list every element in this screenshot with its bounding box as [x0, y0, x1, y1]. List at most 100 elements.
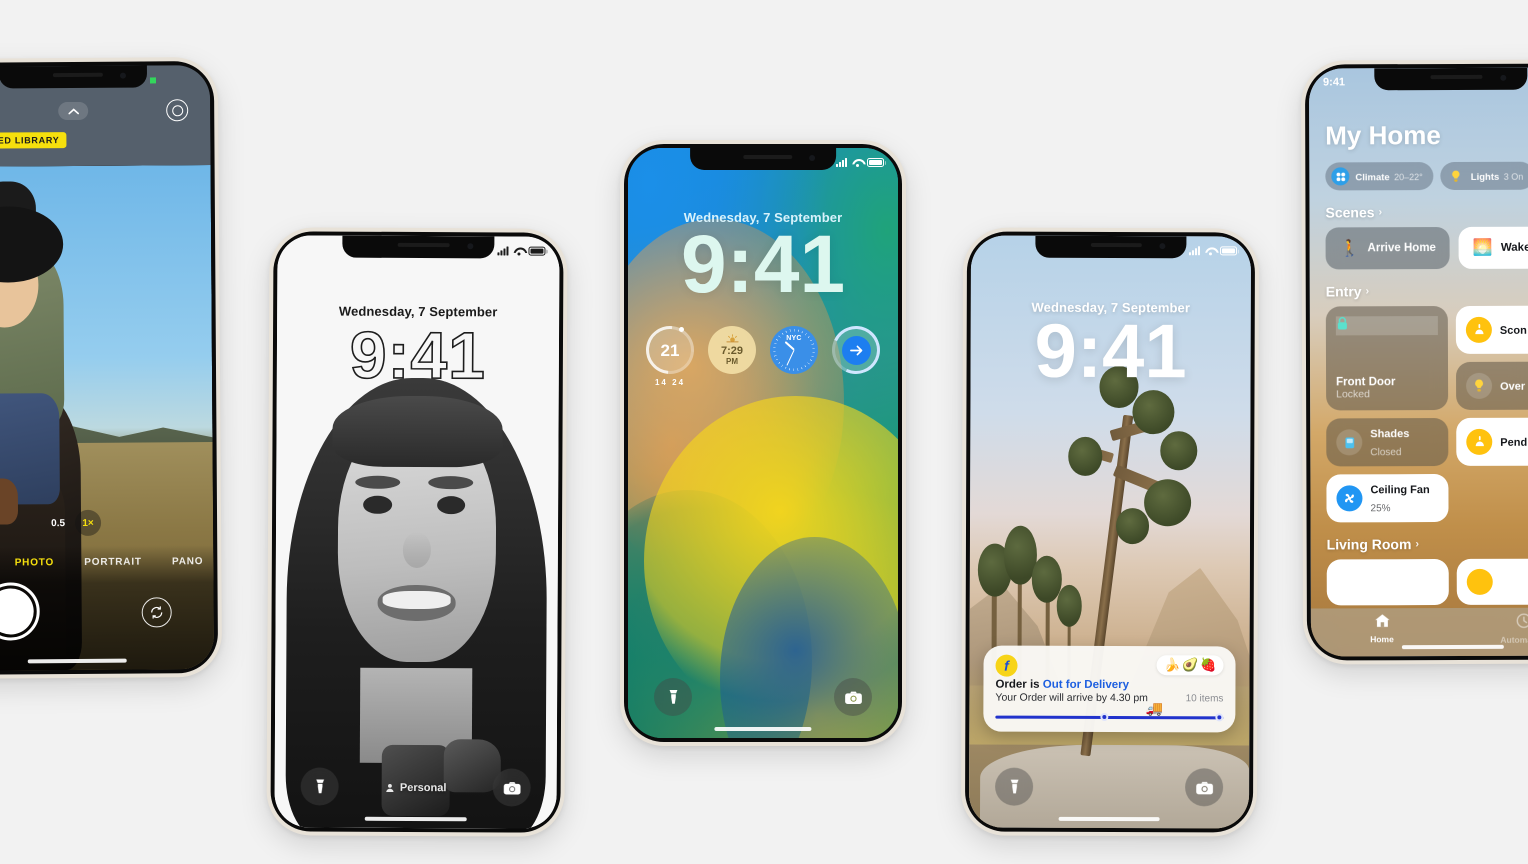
order-status-line: Order is Out for Delivery: [995, 679, 1148, 692]
status-chip-climate[interactable]: Climate 20–22°: [1325, 162, 1434, 191]
home-app-screen: 9:41 My Home Climate 20–22° Lights 3 On …: [1308, 67, 1528, 657]
tab-home[interactable]: Home: [1311, 613, 1453, 644]
camera-icon[interactable]: [1185, 768, 1224, 807]
scene-arrive-home[interactable]: 🚶 Arrive Home: [1325, 227, 1450, 270]
fan-icon: [1336, 485, 1363, 512]
living-room-tile-partial-2[interactable]: [1456, 558, 1528, 605]
order-status-prefix: Order is: [995, 678, 1043, 691]
gradient-lockscreen: Wednesday, 7 September 9:41 21 14 24 7:2…: [628, 148, 898, 738]
accessory-text: Over Off: [1500, 377, 1528, 395]
sunrise-icon: 🌅: [1472, 239, 1493, 257]
climate-fan-icon: [1331, 167, 1350, 186]
device-bw-lockscreen-phone: Wednesday, 7 September 9:41 Personal: [266, 227, 568, 837]
widget-weather-temperature[interactable]: 21 14 24: [636, 316, 704, 387]
person-icon: [386, 783, 394, 793]
accessory-status: Locked: [1336, 388, 1370, 401]
joshua-tree-tuft-4: [1068, 437, 1102, 476]
tab-automation[interactable]: Automation: [1453, 613, 1528, 645]
accessory-ceiling-fan[interactable]: Ceiling Fan 25%: [1326, 474, 1449, 523]
signal-bars-icon: [497, 245, 509, 255]
focus-status[interactable]: Personal: [385, 782, 446, 794]
signal-bars-icon: [1188, 245, 1200, 255]
widget-activity-arrow[interactable]: [825, 319, 887, 381]
zoom-option-0-5x[interactable]: 0.5: [51, 518, 65, 529]
living-room-accessory-grid: [1326, 558, 1528, 606]
flashlight-icon[interactable]: [995, 767, 1034, 806]
temperature-ring: [636, 316, 704, 384]
accessory-sconce[interactable]: Scon 100%: [1455, 305, 1528, 354]
zoom-option-1x[interactable]: 1×: [74, 509, 102, 537]
status-icons: [1188, 245, 1237, 255]
accessory-overhead[interactable]: Over Off: [1456, 361, 1528, 410]
flip-camera-icon[interactable]: [141, 597, 172, 628]
front-camera: [1500, 74, 1507, 81]
activity-ring: [825, 319, 887, 381]
home-indicator[interactable]: [364, 816, 467, 822]
lock-widget-row: 21 14 24 7:29 PM NYC: [628, 316, 898, 387]
scene-wake[interactable]: 🌅 Wake: [1458, 226, 1528, 269]
home-indicator[interactable]: [1401, 644, 1505, 650]
temperature-low: 14: [654, 378, 668, 387]
living-room-tile-partial-1[interactable]: [1326, 559, 1449, 606]
order-items-preview: 🍌 🥑 🍓: [1156, 655, 1224, 676]
accessory-name: Scon: [1499, 324, 1527, 337]
sunset-time: 7:29: [720, 344, 744, 357]
fringe: [332, 395, 503, 468]
chevron-up-icon[interactable]: [58, 101, 89, 121]
section-title: Scenes: [1325, 204, 1375, 221]
accessory-pendant[interactable]: Pend 25%: [1456, 417, 1528, 466]
section-header-entry[interactable]: Entry ›: [1326, 283, 1528, 299]
sconce-icon: [1465, 316, 1492, 343]
camera-icon[interactable]: [834, 678, 872, 716]
camera-mode-portrait[interactable]: PORTRAIT: [84, 557, 142, 568]
lock-time: 9:41: [349, 317, 487, 393]
automation-clock-icon: [1453, 613, 1528, 634]
camera-icon[interactable]: [492, 768, 531, 807]
pendant-icon: [1466, 428, 1493, 455]
home-indicator[interactable]: [1058, 816, 1160, 822]
home-indicator[interactable]: [27, 658, 127, 664]
accessory-name: Pend: [1500, 436, 1528, 449]
nose: [402, 531, 432, 568]
order-eta: Your Order will arrive by 4.30 pm: [995, 691, 1148, 705]
notch: [342, 235, 495, 259]
brand-logo-icon: f: [995, 654, 1018, 677]
entry-accessory-grid: Front Door Locked Scon 100%: [1325, 305, 1528, 523]
temperature-marker: [679, 327, 684, 332]
live-photo-icon[interactable]: [166, 99, 189, 122]
accessory-name: Front Door: [1336, 376, 1396, 389]
flashlight-icon[interactable]: [654, 678, 692, 716]
accessory-text: Scon 100%: [1500, 321, 1528, 339]
bg-tree-tuft-4: [1056, 585, 1082, 627]
live-activity-card[interactable]: f 🍌 🥑 🍓 Order is Out for Delivery Your O…: [983, 645, 1236, 733]
tab-bar: Home Automation: [1310, 607, 1528, 657]
accessory-name: Over: [1500, 380, 1526, 393]
camera-mode-pano[interactable]: PANO: [172, 556, 203, 567]
lock-time: 9:41: [1034, 308, 1187, 395]
widget-world-clock[interactable]: NYC: [770, 326, 818, 374]
status-chip-lights[interactable]: Lights 3 On: [1440, 161, 1528, 191]
lock-time: 9:41: [680, 219, 846, 310]
flashlight-icon[interactable]: [300, 767, 339, 806]
notch: [0, 65, 148, 89]
teeth: [382, 591, 451, 610]
recording-indicator-dot: [149, 77, 157, 84]
accessory-front-door[interactable]: Front Door Locked: [1325, 306, 1449, 411]
section-header-scenes[interactable]: Scenes ›: [1325, 204, 1528, 221]
front-camera: [120, 72, 127, 79]
tab-label: Home: [1370, 633, 1394, 644]
home-indicator[interactable]: [714, 727, 812, 731]
joshua-tree-tuft-5: [1160, 431, 1198, 471]
section-header-living-room[interactable]: Living Room ›: [1327, 536, 1528, 552]
chip-text: Climate 20–22°: [1355, 167, 1422, 185]
widget-sunset[interactable]: 7:29 PM: [708, 326, 756, 374]
chevron-right-icon: ›: [1365, 285, 1370, 298]
shared-library-badge[interactable]: SHARED LIBRARY: [0, 132, 67, 149]
sunset-meridiem: PM: [726, 357, 738, 367]
home-app-content[interactable]: My Home Climate 20–22° Lights 3 On Scene…: [1309, 68, 1528, 657]
accessory-shades[interactable]: Shades Closed: [1326, 418, 1449, 467]
joshua-tree-tuft-1: [1143, 478, 1192, 527]
camera-mode-photo[interactable]: PHOTO: [15, 557, 54, 568]
scenes-row: 🚶 Arrive Home 🌅 Wake: [1325, 226, 1528, 270]
lightbulb-icon: [1447, 167, 1465, 185]
